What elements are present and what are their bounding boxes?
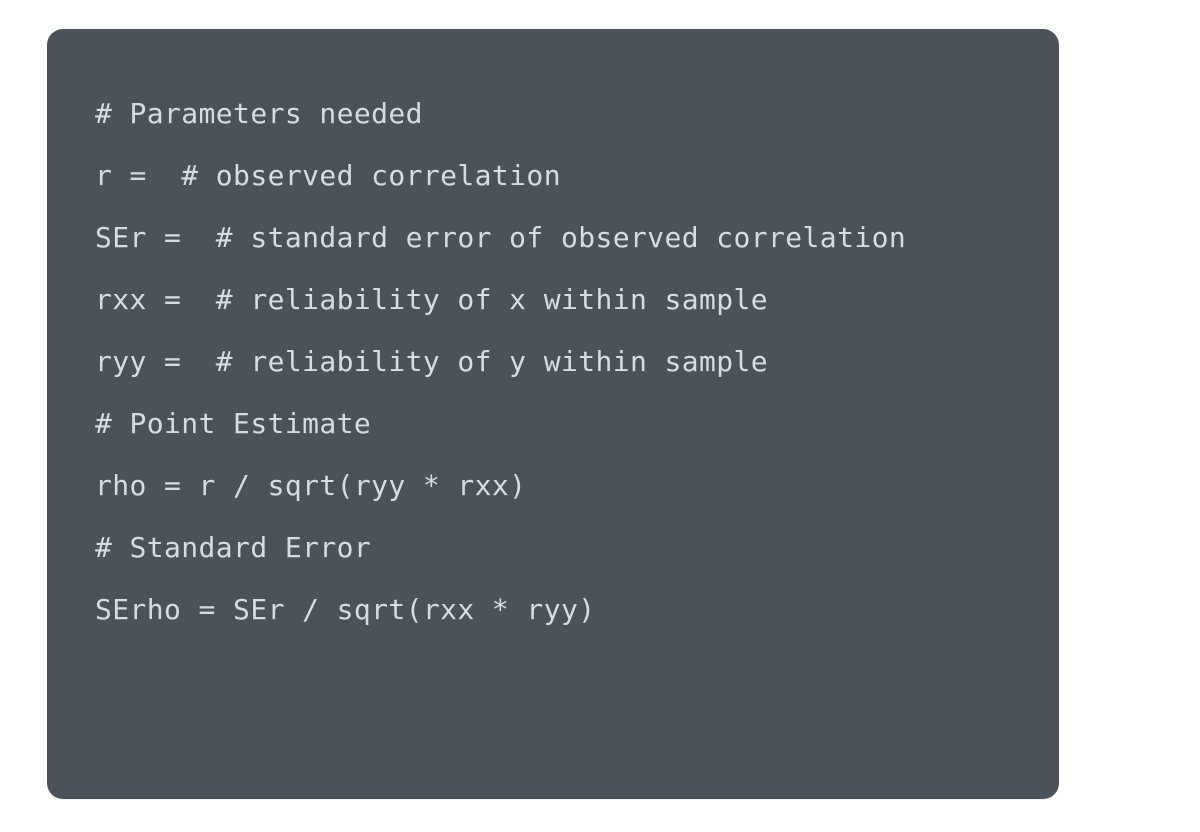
code-block: # Parameters needed r = # observed corre… <box>47 29 1059 799</box>
code-line: # Point Estimate <box>95 393 1011 455</box>
code-line: rxx = # reliability of x within sample <box>95 269 1011 331</box>
code-line: SErho = SEr / sqrt(rxx * ryy) <box>95 579 1011 641</box>
code-line: # Standard Error <box>95 517 1011 579</box>
code-line: r = # observed correlation <box>95 145 1011 207</box>
code-line: # Parameters needed <box>95 83 1011 145</box>
code-line: rho = r / sqrt(ryy * rxx) <box>95 455 1011 517</box>
code-line: SEr = # standard error of observed corre… <box>95 207 1011 269</box>
code-line: ryy = # reliability of y within sample <box>95 331 1011 393</box>
